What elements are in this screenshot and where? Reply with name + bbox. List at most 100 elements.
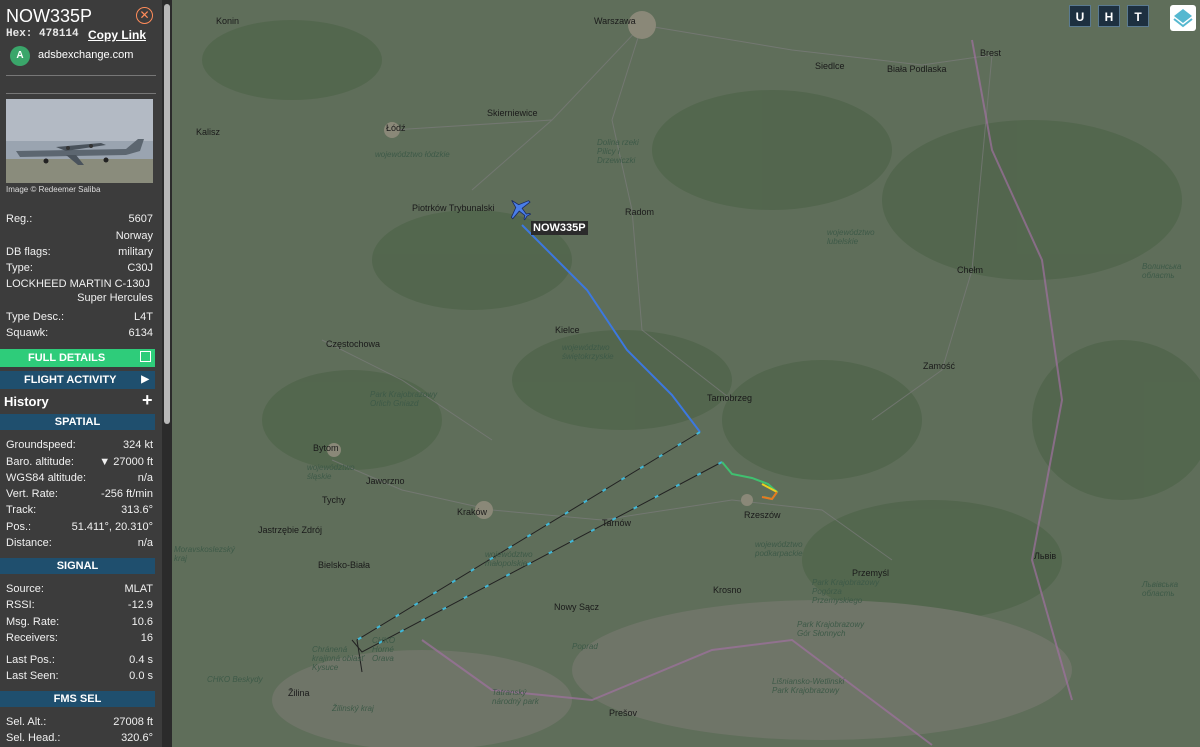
country-row: Norway [6,230,153,244]
fms-header: FMS SEL [0,691,155,707]
city-label: Žilina [288,688,310,698]
divider [6,75,156,76]
city-label: Radom [625,207,655,217]
city-label: Kalisz [196,127,221,137]
region-label: CHKO Beskydy [207,675,263,684]
city-label: Przemyśl [852,568,890,578]
city-label: Częstochowa [326,339,381,349]
toolbar-button-u[interactable]: U [1069,5,1091,27]
signal-value: 16 [140,632,153,644]
signal-row: Receivers: 16 [6,632,153,646]
city-label: Prešov [609,708,638,718]
signal-value: 10.6 [131,616,153,628]
full-details-label: FULL DETAILS [28,352,106,364]
signal-value: 0.0 s [129,670,153,682]
photo-credit: Image © Redeemer Saliba [6,185,101,194]
full-details-button[interactable]: FULL DETAILS [0,349,155,367]
city-label: Tychy [322,495,346,505]
fms-label: Sel. Alt.: [6,716,47,728]
city-label: Jastrzębie Zdrój [258,525,323,535]
signal-label: Receivers: [6,632,58,644]
type-full-line-2: Super Hercules [77,292,153,304]
close-icon[interactable]: ✕ [136,7,153,24]
city-label: Chełm [957,265,984,275]
aircraft-photo[interactable] [6,99,153,183]
city-label: Krosno [713,585,742,595]
fms-value: 27008 ft [113,716,153,728]
city-label: Kielce [555,325,580,335]
signal-label: Source: [6,583,44,595]
typedesc-value: L4T [134,311,153,323]
region-label: województwo małopolskie [485,550,533,568]
city-label: Львів [1034,551,1057,561]
divider [6,93,156,94]
typedesc-row: Type Desc.: L4T [6,311,153,325]
map-canvas[interactable] [172,0,1200,747]
squawk-row: Squawk: 6134 [6,327,153,341]
scrollbar-thumb[interactable] [164,4,170,424]
spatial-label: Vert. Rate: [6,488,58,500]
history-label: History [4,394,49,409]
signal-row: RSSI: -12.9 [6,599,153,613]
spatial-value: 313.6° [121,504,153,516]
expand-history-icon[interactable]: + [142,390,153,411]
squawk-label: Squawk: [6,327,49,339]
hex-label: Hex: [6,28,33,40]
city-label: Konin [216,16,240,26]
sidebar-scrollbar[interactable] [162,0,172,747]
city-label: Zamość [923,361,956,371]
signal-row: Last Pos.: 0.4 s [6,654,153,668]
type-row: Type: C30J [6,262,153,276]
toolbar-button-t[interactable]: T [1127,5,1149,27]
reg-label: Reg.: [6,213,33,225]
fms-label: Sel. Head.: [6,732,61,744]
region-label: województwo śląskie [307,463,355,481]
spatial-label: Baro. altitude: [6,456,74,468]
city-label: Rzeszów [744,510,781,520]
signal-label: Last Seen: [6,670,59,682]
region-label: województwo świętokrzyskie [562,343,614,361]
spatial-header: SPATIAL [0,414,155,430]
city-label: Kraków [457,507,488,517]
flight-activity-button[interactable]: FLIGHT ACTIVITY ▶ [0,371,155,389]
layers-icon [1173,9,1193,28]
spatial-row: WGS84 altitude: n/a [6,472,153,486]
signal-row: Msg. Rate: 10.6 [6,616,153,630]
city-label: Jaworzno [366,476,405,486]
region-label: Chránená krajinná oblasť Kysuce [312,645,365,672]
adsbexchange-logo-icon: A [10,46,30,66]
copy-link[interactable]: Copy Link [88,28,146,42]
signal-value: MLAT [124,583,153,595]
aircraft-silhouette-icon [16,139,144,165]
toolbar-button-h[interactable]: H [1098,5,1120,27]
region-label: Львівська область [1142,580,1179,598]
city-label: Biała Podlaska [887,64,947,74]
city-label: Łódź [386,123,406,133]
layers-button[interactable] [1170,5,1196,31]
city-label: Bytom [313,443,339,453]
region-label: Волинська область [1142,262,1182,280]
callsign-title: NOW335P [6,6,93,26]
region-label: województwo łódzkie [375,150,450,159]
spatial-row: Baro. altitude: ▼ 27000 ft [6,456,153,470]
signal-row: Source: MLAT [6,583,153,597]
spatial-label: Distance: [6,537,52,549]
region-label: województwo podkarpackie [755,540,803,558]
region-label: Moravskoslezský kraj [174,545,235,563]
region-label: Park Krajobrazowy Pogórza Przemyskiego [812,578,880,605]
region-label: Park Krajobrazowy Gór Słonnych [797,620,865,638]
region-label: Dolina rzeki Pilicy i Drzewiczki [597,138,639,165]
aircraft-label[interactable]: NOW335P [531,221,588,235]
city-label: Warszawa [594,16,636,26]
spatial-row: Track: 313.6° [6,504,153,518]
region-label: województwo lubelskie [827,228,875,246]
city-label: Siedlce [815,61,845,71]
country-value: Norway [115,230,153,242]
signal-header: SIGNAL [0,558,155,574]
type-value: C30J [127,262,153,274]
reg-value: 5607 [128,213,153,225]
fms-row: Sel. Head.: 320.6° [6,732,153,746]
typedesc-label: Type Desc.: [6,311,65,323]
source-site-link[interactable]: A adsbexchange.com [10,46,160,66]
map-view[interactable]: Konin Warszawa Siedlce Brest Biała Podla… [172,0,1200,747]
